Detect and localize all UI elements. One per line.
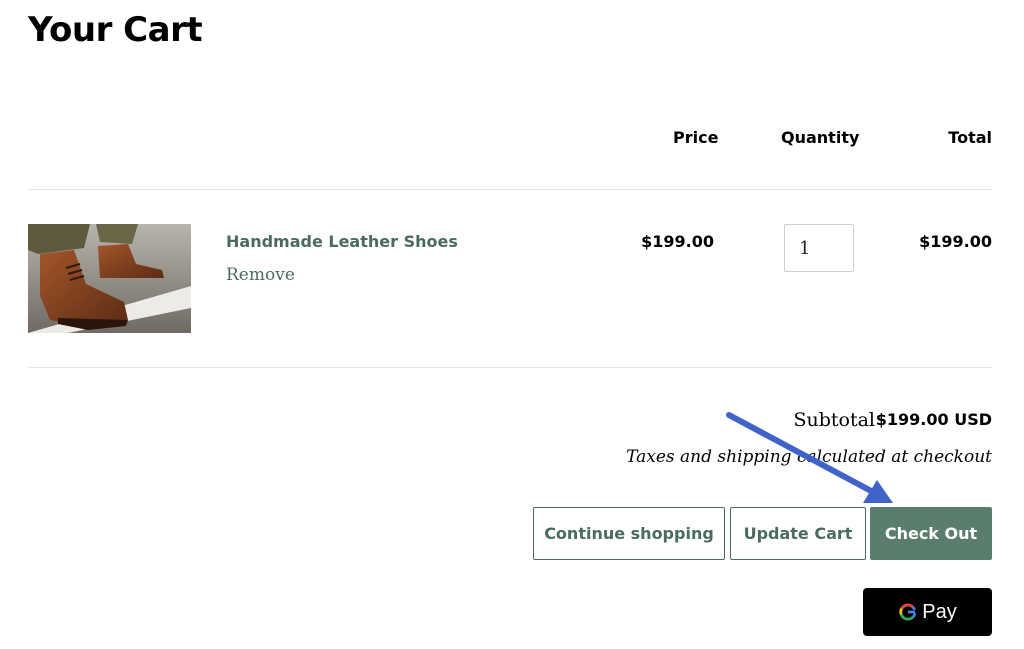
subtotal-value: $199.00 USD <box>875 410 992 429</box>
google-g-icon <box>899 603 917 621</box>
item-total: $199.00 <box>919 232 992 251</box>
quantity-column-header: Quantity <box>781 128 860 147</box>
header-divider <box>28 189 992 190</box>
product-name-link[interactable]: Handmade Leather Shoes <box>226 232 458 252</box>
price-column-header: Price <box>673 128 719 147</box>
update-cart-button[interactable]: Update Cart <box>730 507 866 560</box>
page-title: Your Cart <box>28 10 203 50</box>
quantity-input[interactable] <box>784 224 854 272</box>
item-price: $199.00 <box>641 232 714 251</box>
check-out-button[interactable]: Check Out <box>870 507 992 560</box>
tax-shipping-note: Taxes and shipping calculated at checkou… <box>626 447 992 467</box>
google-pay-label: Pay <box>922 601 957 623</box>
google-pay-button[interactable]: Pay <box>863 588 992 636</box>
items-divider <box>28 367 992 368</box>
remove-item-link[interactable]: Remove <box>226 264 295 286</box>
continue-shopping-button[interactable]: Continue shopping <box>533 507 725 560</box>
product-image[interactable] <box>28 224 191 333</box>
subtotal-label: Subtotal <box>793 409 875 431</box>
total-column-header: Total <box>948 128 992 147</box>
